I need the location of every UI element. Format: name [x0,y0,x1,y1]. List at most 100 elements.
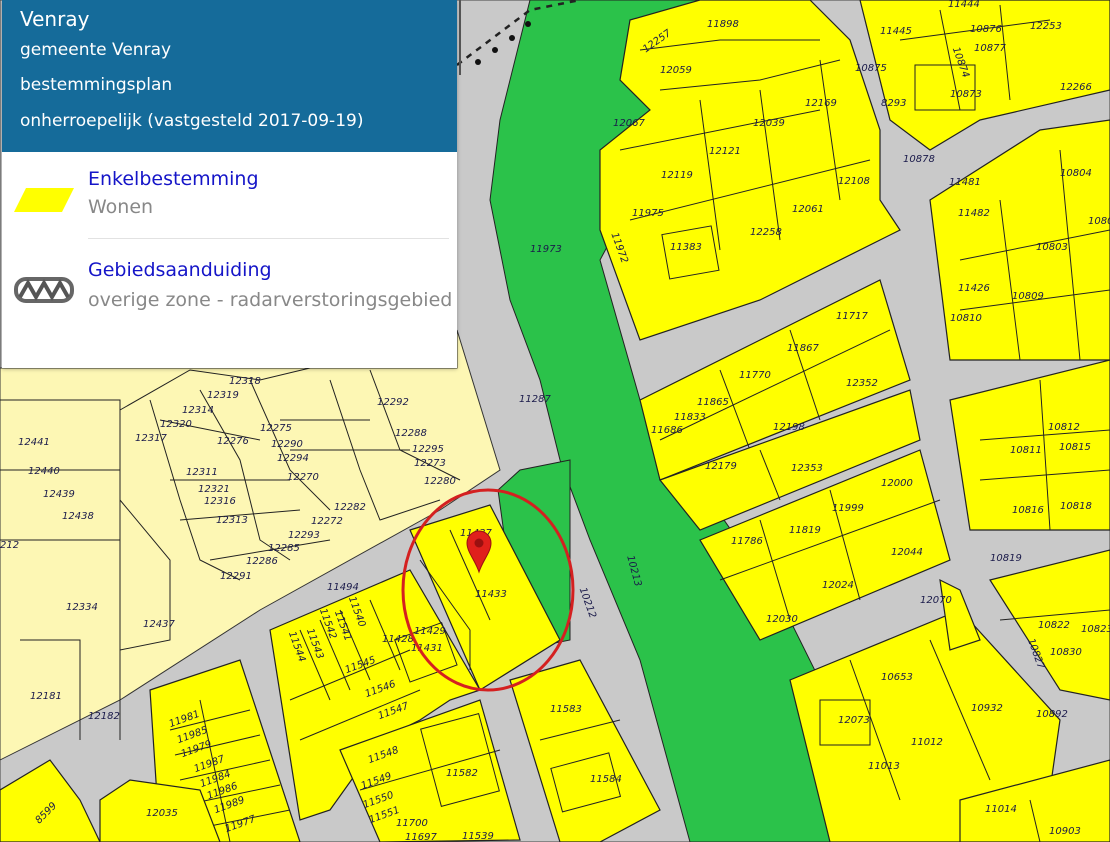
plan-header: Venray gemeente Venray bestemmingsplan o… [2,0,457,152]
parcel-label: 11973 [530,244,562,255]
parcel-label: 12439 [43,489,75,500]
parcel-label: 11975 [632,208,664,219]
parcel-label: 12035 [146,808,178,819]
parcel-label: 12179 [705,461,737,472]
parcel-label: 11770 [739,370,771,381]
parcel-label: 12441 [18,437,50,448]
plan-type: bestemmingsplan [20,75,173,95]
parcel-label: 11013 [868,761,900,772]
parcel-label: 12318 [229,376,261,387]
legend-category: Enkelbestemming [88,168,259,190]
parcel-label: 11867 [787,343,819,354]
parcel-label: 11999 [832,503,864,514]
parcel-label: 12253 [1030,21,1062,32]
parcel-label: 12039 [753,118,785,129]
yellow-parallelogram-icon [14,188,74,212]
parcel-label: 10653 [881,672,913,683]
parcel-label: 12317 [135,433,167,444]
parcel-label: 12321 [198,484,230,495]
parcel-label: 11584 [590,774,622,785]
parcel-label: 10803 [1036,242,1068,253]
parcel-label: 12316 [204,496,236,507]
place-name: Venray [20,7,90,31]
parcel-label: 12181 [30,691,62,702]
parcel-label: 10876 [970,24,1002,35]
parcel-label: 11481 [949,177,981,188]
parcel-label: 11717 [836,311,868,322]
parcel-label: 12182 [88,711,120,722]
parcel-label: 10818 [1060,501,1092,512]
parcel-label: 12438 [62,511,94,522]
parcel-label: 10804 [1060,168,1092,179]
parcel-label: 11539 [462,831,494,842]
parcel-label: 12334 [66,602,98,613]
parcel-label: 11898 [707,19,739,30]
parcel-label: 10815 [1059,442,1091,453]
parcel-label: 212 [0,540,19,551]
parcel-label: 12024 [822,580,854,591]
parcel-label: 12061 [792,204,824,215]
hatched-zone-icon [14,277,74,303]
parcel-label: 11582 [446,768,478,779]
parcel-label: 12067 [613,118,645,129]
parcel-label: 10875 [855,63,887,74]
parcel-label: 12070 [920,595,952,606]
parcel-label: 10892 [1036,709,1068,720]
parcel-label: 12073 [838,715,870,726]
parcel-label: 8293 [881,98,906,109]
parcel-label: 12292 [377,397,409,408]
parcel-label: 11786 [731,536,763,547]
legend-category: Gebiedsaanduiding [88,259,272,281]
parcel-label: 10822 [1038,620,1070,631]
parcel-label: 11383 [670,242,702,253]
parcel-label: 11426 [958,283,990,294]
parcel-label: 12059 [660,65,692,76]
parcel-label: 12319 [207,390,239,401]
parcel-label: 10823 [1081,624,1110,635]
parcel-label: 11014 [985,804,1017,815]
parcel-label: 12273 [414,458,446,469]
legend-item-radar-zone: Gebiedsaanduiding overige zone - radarve… [2,239,457,325]
parcel-label: 12288 [395,428,427,439]
parcel-label: 10903 [1049,826,1081,837]
plan-status: onherroepelijk (vastgesteld 2017-09-19) [20,111,364,131]
parcel-label: 10809 [1012,291,1044,302]
parcel-label: 12320 [160,419,192,430]
parcel-label: 12437 [143,619,175,630]
parcel-label: 10932 [971,703,1003,714]
parcel-label: 12270 [287,472,319,483]
parcel-label: 12258 [750,227,782,238]
parcel-label: 12295 [412,444,444,455]
parcel-label: 12044 [891,547,923,558]
parcel-label: 12294 [277,453,309,464]
parcel-label: 12108 [838,176,870,187]
parcel-label: 1080 [1088,216,1110,227]
parcel-label: 11482 [958,208,990,219]
legend-value: Wonen [88,196,154,218]
parcel-label: 12169 [805,98,837,109]
municipality: gemeente Venray [20,40,172,60]
parcel-label: 10830 [1050,647,1082,658]
parcel-label: 11445 [880,26,912,37]
parcel-label: 11583 [550,704,582,715]
parcel-label: 11012 [911,737,943,748]
parcel-label: 12285 [268,543,300,554]
parcel-label: 11686 [651,425,683,436]
parcel-label: 12030 [766,614,798,625]
parcel-label: 10811 [1010,445,1042,456]
parcel-label: 12275 [260,423,292,434]
parcel-label: 11819 [789,525,821,536]
parcel-label: 11700 [396,818,428,829]
parcel-label: 12353 [791,463,823,474]
parcel-label: 11444 [948,0,980,10]
parcel-label: 10812 [1048,422,1080,433]
parcel-label: 10810 [950,313,982,324]
parcel-label: 12440 [28,466,60,477]
parcel-label: 12119 [661,170,693,181]
legend-value: overige zone - radarverstoringsgebied [88,289,453,311]
parcel-label: 11429 [414,626,446,637]
legend-item-wonen: Enkelbestemming Wonen [2,152,457,238]
parcel-label: 11697 [405,832,437,842]
parcel-label: 12352 [846,378,878,389]
parcel-label: 10878 [903,154,935,165]
